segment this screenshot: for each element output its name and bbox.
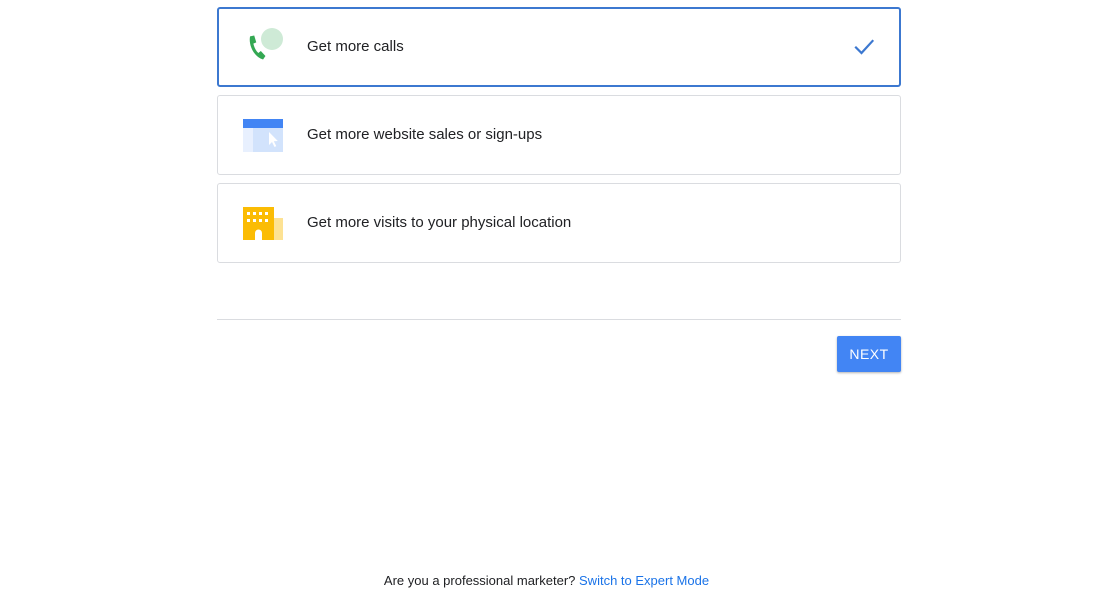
option-get-more-calls[interactable]: Get more calls [217, 7, 901, 87]
goal-options-list: Get more calls Get more website sales or… [217, 7, 901, 271]
option-get-more-website-sales[interactable]: Get more website sales or sign-ups [217, 95, 901, 175]
goal-selection-page: Get more calls Get more website sales or… [0, 0, 1093, 595]
footer-question: Are you a professional marketer? [383, 573, 576, 588]
storefront-building-icon [243, 207, 283, 240]
next-button[interactable]: NEXT [837, 336, 901, 372]
checkmark-icon [854, 39, 875, 55]
switch-to-expert-mode-link[interactable]: Switch to Expert Mode [579, 573, 709, 588]
option-label: Get more website sales or sign-ups [307, 126, 543, 143]
option-get-more-visits[interactable]: Get more visits to your physical locatio… [217, 183, 901, 263]
option-label: Get more calls [307, 38, 404, 55]
phone-chat-icon [249, 28, 283, 60]
browser-window-cursor-icon [243, 119, 283, 152]
footer: Are you a professional marketer? Switch … [0, 573, 1093, 589]
option-label: Get more visits to your physical locatio… [307, 214, 572, 231]
divider [217, 319, 901, 320]
